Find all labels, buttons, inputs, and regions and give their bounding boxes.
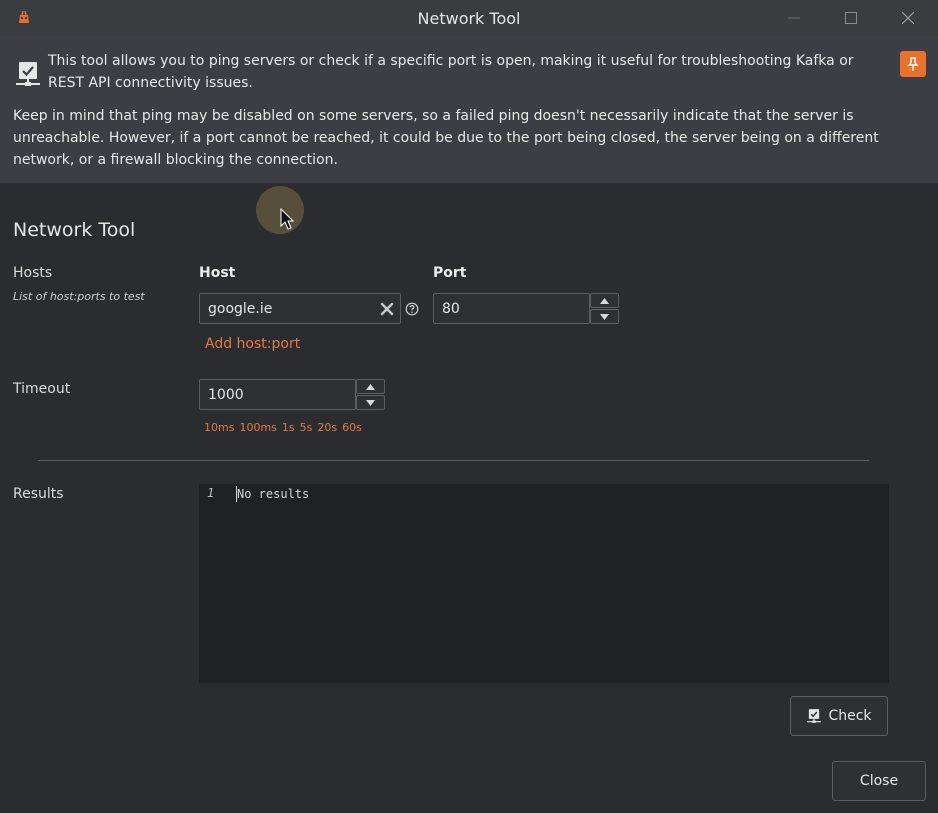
close-window-button[interactable] xyxy=(895,6,921,30)
title-bar: Network Tool xyxy=(0,0,938,36)
port-field[interactable] xyxy=(433,293,590,324)
hosts-label: Hosts xyxy=(13,265,53,281)
host-column-header: Host xyxy=(199,265,236,281)
help-icon[interactable] xyxy=(405,302,419,316)
chevron-up-icon xyxy=(366,383,375,390)
port-increment-button[interactable] xyxy=(590,293,619,308)
timeout-presets: 10ms 100ms 1s 5s 20s 60s xyxy=(204,421,367,434)
clear-icon[interactable] xyxy=(379,301,395,317)
pin-icon xyxy=(907,57,919,71)
timeout-preset-1s[interactable]: 1s xyxy=(282,421,295,434)
results-label: Results xyxy=(13,486,64,502)
maximize-icon xyxy=(845,12,857,24)
maximize-button[interactable] xyxy=(838,6,864,30)
chevron-up-icon xyxy=(600,297,609,304)
hosts-sublabel: List of host:ports to test xyxy=(13,290,145,303)
check-button-label: Check xyxy=(828,708,872,724)
timeout-input[interactable] xyxy=(200,380,355,409)
port-decrement-button[interactable] xyxy=(590,309,619,324)
timeout-preset-10ms[interactable]: 10ms xyxy=(204,421,234,434)
line-number: 1 xyxy=(207,486,215,500)
timeout-field[interactable] xyxy=(199,379,356,410)
info-note: Keep in mind that ping may be disabled o… xyxy=(13,108,879,168)
minimize-icon xyxy=(788,17,800,19)
add-host-port-link[interactable]: Add host:port xyxy=(205,336,300,352)
results-text: No results xyxy=(237,487,310,501)
chevron-down-icon xyxy=(600,313,609,320)
info-description: This tool allows you to ping servers or … xyxy=(48,53,854,91)
section-divider xyxy=(38,460,869,461)
timeout-preset-5s[interactable]: 5s xyxy=(300,421,313,434)
minimize-button[interactable] xyxy=(781,6,807,30)
port-input[interactable] xyxy=(434,294,589,323)
close-button-label: Close xyxy=(859,773,899,789)
timeout-preset-60s[interactable]: 60s xyxy=(342,421,362,434)
timeout-preset-20s[interactable]: 20s xyxy=(317,421,337,434)
timeout-preset-100ms[interactable]: 100ms xyxy=(239,421,276,434)
pin-button[interactable] xyxy=(900,51,926,77)
close-button[interactable]: Close xyxy=(832,761,926,801)
host-field[interactable] xyxy=(199,293,401,324)
page-title: Network Tool xyxy=(13,219,136,241)
mouse-pointer-icon xyxy=(280,208,295,230)
timeout-decrement-button[interactable] xyxy=(356,395,385,410)
info-banner: This tool allows you to ping servers or … xyxy=(0,36,938,184)
close-icon xyxy=(902,12,914,24)
host-input[interactable] xyxy=(200,294,400,323)
timeout-label: Timeout xyxy=(13,381,71,397)
results-editor[interactable] xyxy=(199,484,889,683)
network-check-icon xyxy=(16,62,40,86)
timeout-increment-button[interactable] xyxy=(356,379,385,394)
network-check-icon xyxy=(807,709,822,723)
chevron-down-icon xyxy=(366,399,375,406)
check-button[interactable]: Check xyxy=(790,696,888,736)
port-column-header: Port xyxy=(433,265,467,281)
